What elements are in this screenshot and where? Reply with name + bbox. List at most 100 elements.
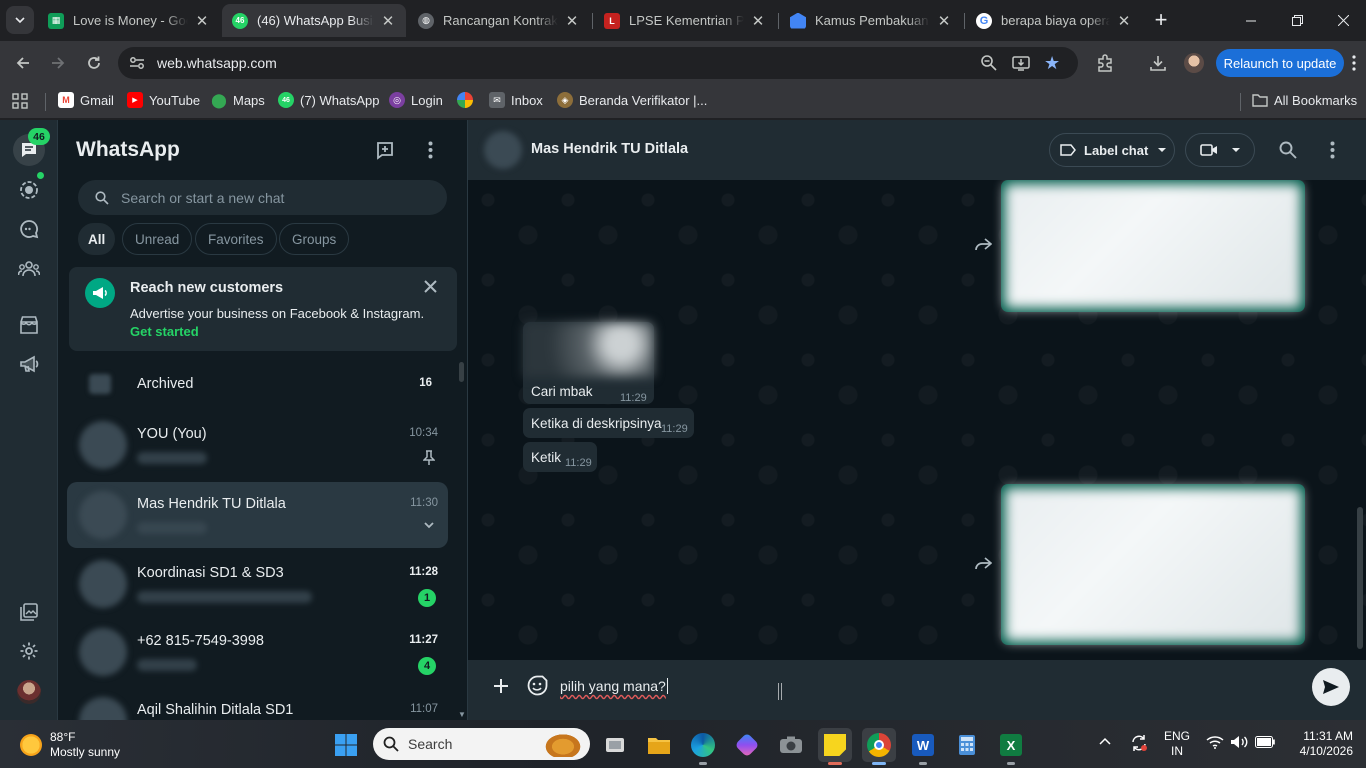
camera-icon[interactable]	[774, 728, 808, 762]
file-explorer-icon[interactable]	[642, 728, 676, 762]
browser-tab-active[interactable]: 46 (46) WhatsApp Busine ✕	[222, 4, 406, 37]
reload-icon[interactable]	[79, 48, 109, 78]
profile-avatar[interactable]	[1184, 53, 1204, 73]
excel-icon[interactable]: X	[994, 728, 1028, 765]
start-button[interactable]	[329, 728, 363, 762]
status-icon[interactable]	[14, 175, 44, 205]
menu-icon[interactable]	[428, 141, 433, 159]
bookmark-photos[interactable]	[457, 92, 479, 108]
media-icon[interactable]	[14, 597, 44, 627]
close-window-icon[interactable]	[1320, 0, 1366, 41]
restore-icon[interactable]	[1274, 0, 1320, 41]
chat-row[interactable]: Koordinasi SD1 & SD3 11:28 1	[67, 551, 448, 617]
message-input[interactable]: pilih yang mana?​	[548, 666, 1310, 710]
send-button[interactable]	[1312, 668, 1350, 706]
profile-avatar[interactable]	[17, 680, 41, 704]
browser-tab[interactable]: G berapa biaya operasi ✕	[966, 4, 1142, 37]
archived-row[interactable]: Archived 16	[67, 358, 448, 410]
edge-icon[interactable]	[686, 728, 720, 765]
show-hidden-icons-chevron[interactable]	[1099, 737, 1111, 745]
relaunch-button[interactable]: Relaunch to update	[1216, 49, 1344, 77]
site-info-icon[interactable]	[128, 55, 146, 71]
browser-tab[interactable]: ◍ Rancangan Kontrak P ✕	[408, 4, 590, 37]
close-icon[interactable]: ✕	[750, 12, 766, 30]
task-view-icon[interactable]	[598, 728, 632, 762]
new-tab-icon[interactable]: +	[1146, 5, 1176, 35]
weather-widget[interactable]: 88°F Mostly sunny	[20, 728, 130, 762]
browser-menu-icon[interactable]	[1346, 48, 1362, 78]
bookmark-gmail[interactable]: M Gmail	[58, 92, 114, 108]
install-app-icon[interactable]	[1012, 54, 1030, 72]
communities-icon[interactable]	[14, 253, 44, 283]
contact-name[interactable]: Mas Hendrik TU Ditlala	[531, 141, 688, 157]
bookmark-login[interactable]: ◎ Login	[389, 92, 443, 108]
chat-row-selected[interactable]: Mas Hendrik TU Ditlala 11:30	[67, 482, 448, 548]
zoom-icon[interactable]	[980, 54, 998, 72]
apps-grid-icon[interactable]	[12, 93, 28, 109]
language-indicator[interactable]: ENG IN	[1160, 729, 1194, 759]
volume-icon[interactable]	[1230, 735, 1248, 749]
video-call-button[interactable]	[1185, 133, 1255, 167]
contact-avatar[interactable]	[484, 131, 522, 169]
filter-favorites[interactable]: Favorites	[195, 223, 277, 255]
bookmark-whatsapp[interactable]: 46 (7) WhatsApp	[278, 92, 379, 108]
chat-row[interactable]: YOU (You) 10:34	[67, 412, 448, 478]
channels-icon[interactable]	[14, 214, 44, 244]
filter-all[interactable]: All	[78, 223, 116, 255]
taskbar-search-box[interactable]: Search	[373, 728, 590, 760]
minimize-icon[interactable]	[1228, 0, 1274, 41]
scrollbar[interactable]	[459, 362, 464, 382]
tab-search-dropdown-icon[interactable]	[6, 6, 34, 34]
filter-groups[interactable]: Groups	[279, 223, 350, 255]
address-bar[interactable]: web.whatsapp.com ★	[118, 47, 1078, 79]
all-bookmarks-button[interactable]: All Bookmarks	[1252, 92, 1357, 108]
close-icon[interactable]: ✕	[936, 12, 952, 30]
sticker-emoji-icon[interactable]	[527, 675, 548, 696]
calculator-icon[interactable]	[950, 728, 984, 762]
forward-icon[interactable]	[974, 557, 992, 575]
close-icon[interactable]	[424, 280, 437, 293]
sync-icon[interactable]	[1130, 734, 1148, 752]
bookmark-star-icon[interactable]: ★	[1044, 53, 1060, 74]
close-icon[interactable]: ✕	[564, 12, 580, 30]
word-icon[interactable]: W	[906, 728, 940, 765]
back-icon[interactable]	[8, 48, 38, 78]
browser-tab[interactable]: Kamus Pembakuan Sl ✕	[780, 4, 962, 37]
close-icon[interactable]: ✕	[1116, 12, 1132, 30]
catalog-icon[interactable]	[14, 310, 44, 340]
scrollbar[interactable]	[1357, 507, 1363, 649]
search-icon[interactable]	[1279, 141, 1297, 159]
attach-plus-icon[interactable]	[493, 678, 509, 694]
bookmark-youtube[interactable]: ▶ YouTube	[127, 92, 200, 108]
battery-icon[interactable]	[1255, 736, 1275, 748]
bookmark-verifikator[interactable]: ◈ Beranda Verifikator |...	[557, 92, 707, 108]
menu-icon[interactable]	[1330, 141, 1335, 159]
image-message-blurred[interactable]	[1001, 180, 1305, 312]
forward-icon[interactable]	[974, 238, 992, 256]
filter-unread[interactable]: Unread	[122, 223, 193, 255]
chrome-icon[interactable]	[862, 728, 896, 765]
advertise-icon[interactable]	[14, 349, 44, 379]
copilot-icon[interactable]	[730, 728, 764, 762]
video-call-icon	[1200, 144, 1217, 156]
search-input[interactable]: Search or start a new chat	[78, 180, 447, 215]
clock[interactable]: 11:31 AM 4/10/2026	[1285, 729, 1365, 759]
get-started-link[interactable]: Get started	[130, 324, 199, 339]
label-chat-button[interactable]: Label chat	[1049, 133, 1175, 167]
chevron-down-icon[interactable]	[424, 522, 434, 529]
browser-tab[interactable]: ▦ Love is Money - Goog ✕	[38, 4, 220, 37]
close-icon[interactable]: ✕	[194, 12, 210, 30]
bookmark-inbox[interactable]: ✉ Inbox	[489, 92, 543, 108]
close-icon[interactable]: ✕	[380, 12, 396, 30]
download-icon[interactable]	[1143, 48, 1173, 78]
wifi-icon[interactable]	[1206, 735, 1224, 749]
bookmark-maps[interactable]: ⬤ Maps	[211, 92, 265, 108]
sticky-notes-icon[interactable]	[818, 728, 852, 765]
image-message-blurred[interactable]	[1001, 484, 1305, 645]
browser-tab[interactable]: L LPSE Kementrian Perl ✕	[594, 4, 776, 37]
extensions-icon[interactable]	[1090, 48, 1120, 78]
chat-row[interactable]: +62 815-7549-3998 11:27 4	[67, 619, 448, 685]
scroll-down-arrow-icon[interactable]: ▼	[458, 710, 466, 719]
new-chat-icon[interactable]	[376, 140, 398, 160]
settings-icon[interactable]	[14, 636, 44, 666]
